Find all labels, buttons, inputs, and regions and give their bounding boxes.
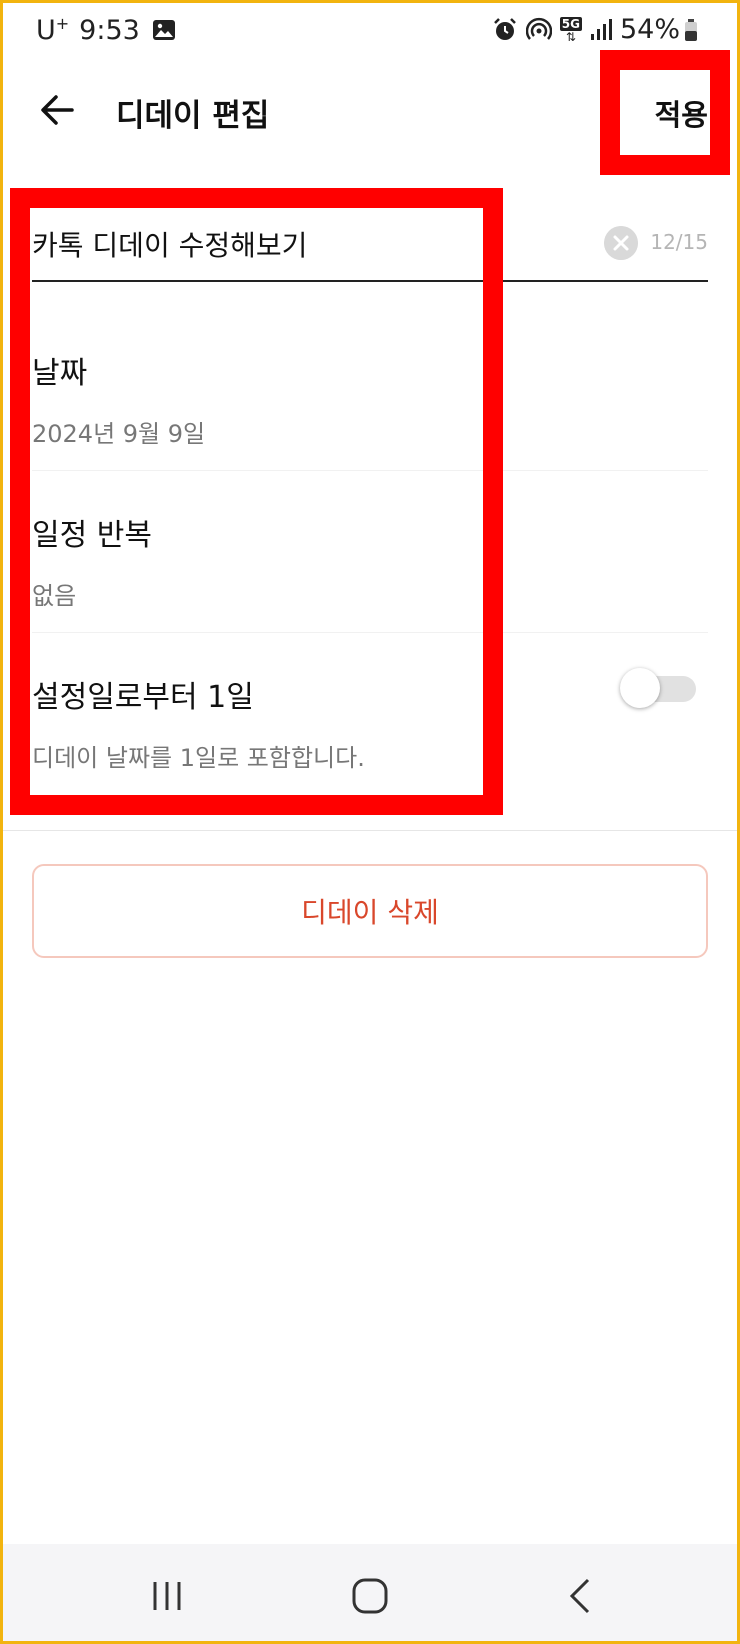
status-time: 9:53	[79, 14, 140, 46]
highlight-box-apply	[600, 50, 730, 175]
toggle-knob	[620, 668, 660, 708]
recent-apps-icon[interactable]	[145, 1574, 189, 1618]
highlight-box-form	[10, 188, 503, 815]
battery-icon	[685, 18, 697, 41]
page-title: 디데이 편집	[116, 98, 270, 134]
signal-icon	[590, 18, 612, 40]
delete-dday-button[interactable]: 디데이 삭제	[32, 864, 708, 958]
hotspot-icon	[525, 17, 552, 40]
clear-icon[interactable]	[604, 226, 638, 260]
status-left: U+ 9:53	[36, 14, 176, 46]
battery-percent: 54%	[619, 14, 680, 45]
char-counter: 12/15	[650, 230, 708, 254]
alarm-icon	[493, 17, 516, 40]
system-nav-bar	[0, 1544, 740, 1644]
status-right: 5G ⇅ 54%	[484, 14, 698, 45]
include-day-toggle[interactable]	[620, 668, 698, 708]
network-label: 5G	[559, 16, 582, 31]
gallery-icon	[152, 20, 175, 40]
5g-data-icon: 5G ⇅	[559, 16, 582, 44]
back-arrow-icon[interactable]	[36, 88, 80, 132]
section-divider	[0, 830, 740, 831]
carrier-label: U+	[36, 14, 70, 46]
home-icon[interactable]	[348, 1574, 392, 1618]
nav-back-icon[interactable]	[560, 1574, 604, 1618]
